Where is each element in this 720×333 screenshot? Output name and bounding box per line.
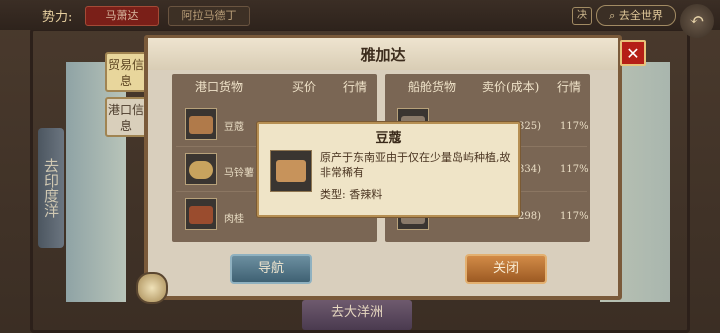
- close-icon[interactable]: ✕: [620, 40, 646, 66]
- ship-good-cost: 298): [518, 211, 541, 222]
- port-good-name: 肉桂: [224, 214, 244, 225]
- ship-goods-header: 船舱货物: [408, 80, 457, 94]
- cinnamon-icon[interactable]: [185, 198, 217, 230]
- dialog-title: 雅加达: [360, 46, 406, 64]
- ship-good-cost: 325): [518, 121, 541, 132]
- goto-indian-ocean-tab[interactable]: 去印度洋: [38, 128, 64, 248]
- lock-toggle-button[interactable]: 决: [572, 7, 592, 25]
- tab-trade-info[interactable]: 贸易信息: [105, 52, 147, 92]
- ship-good-trend: 117%: [560, 211, 589, 222]
- ship-good-trend: 117%: [560, 164, 589, 175]
- ship-trend-header: 行情: [557, 80, 582, 94]
- nutmeg-icon: [270, 150, 312, 192]
- tooltip-description: 原产于东南亚由于仅在少量岛屿种植,故非常稀有: [320, 151, 511, 179]
- port-goods-header: 港口货物: [195, 80, 244, 94]
- close-button[interactable]: 关闭: [465, 254, 547, 284]
- back-arrow-icon[interactable]: ↶: [680, 4, 714, 38]
- navigate-button[interactable]: 导航: [230, 254, 312, 284]
- port-trend-header: 行情: [343, 80, 368, 94]
- tab-port-info[interactable]: 港口信息: [105, 97, 147, 137]
- potato-icon[interactable]: [185, 153, 217, 185]
- destination-badge[interactable]: 阿拉马德丁: [168, 6, 250, 26]
- nutmeg-icon[interactable]: [185, 108, 217, 140]
- tooltip-title: 豆蔻: [375, 131, 402, 146]
- ship-good-trend: 117%: [560, 121, 589, 132]
- port-good-name: 豆蔻: [224, 122, 244, 133]
- ship-good-cost: 334): [518, 164, 541, 175]
- faction-label: 势力:: [42, 10, 73, 25]
- compass-icon: [136, 272, 168, 304]
- world-button-label: 去全世界: [618, 9, 663, 22]
- search-icon: ⌕: [609, 9, 616, 22]
- buy-price-header: 买价: [292, 80, 317, 94]
- goto-oceania-tab[interactable]: 去大洋洲: [302, 300, 412, 330]
- tooltip-type: 类型: 香辣料: [320, 188, 383, 201]
- world-search-button[interactable]: ⌕ 去全世界: [596, 5, 676, 26]
- faction-badge[interactable]: 马萧达: [85, 6, 159, 26]
- sell-price-header: 卖价(成本): [482, 80, 540, 94]
- port-good-name: 马铃薯: [224, 168, 254, 179]
